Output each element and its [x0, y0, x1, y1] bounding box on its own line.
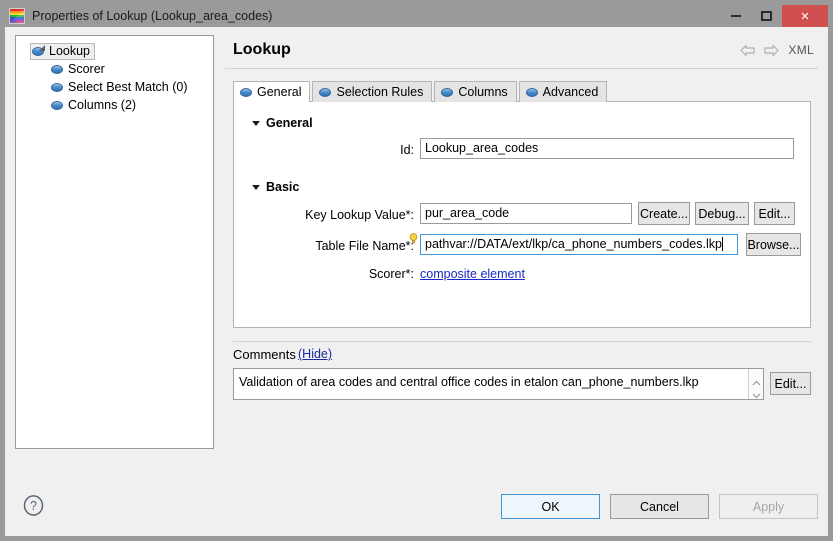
- page-title: Lookup: [233, 41, 291, 59]
- comments-textarea[interactable]: Validation of area codes and central off…: [233, 368, 764, 400]
- id-label: Id:: [274, 143, 414, 157]
- blue-sphere-icon: [526, 86, 538, 98]
- comments-divider: [233, 341, 811, 342]
- svg-text:?: ?: [30, 499, 37, 513]
- tree-item-lookup[interactable]: Lookup: [16, 42, 213, 60]
- minimize-button[interactable]: [720, 5, 751, 27]
- tab-columns-label: Columns: [458, 85, 507, 99]
- color-fan-icon: [9, 8, 25, 24]
- section-basic[interactable]: Basic: [252, 180, 299, 194]
- help-question-icon[interactable]: ?: [23, 495, 44, 516]
- debug-button[interactable]: Debug...: [695, 202, 749, 225]
- chevron-up-icon[interactable]: [752, 375, 761, 381]
- cancel-button[interactable]: Cancel: [610, 494, 709, 519]
- section-general-label: General: [266, 116, 313, 130]
- comments-label: Comments: [233, 347, 296, 362]
- comments-edit-button[interactable]: Edit...: [770, 372, 811, 395]
- page-header: Lookup XML: [225, 35, 818, 71]
- tab-selection-rules[interactable]: Selection Rules: [312, 81, 432, 102]
- section-basic-label: Basic: [266, 180, 299, 194]
- tab-general[interactable]: General: [233, 81, 310, 102]
- tab-columns[interactable]: Columns: [434, 81, 516, 102]
- header-divider: [225, 68, 818, 69]
- apply-button: Apply: [719, 494, 818, 519]
- tree-item-scorer[interactable]: Scorer: [16, 60, 213, 78]
- tree-item-scorer-label: Scorer: [68, 62, 105, 76]
- table-file-name-input[interactable]: pathvar://DATA/ext/lkp/ca_phone_numbers_…: [420, 234, 738, 255]
- comments-hide-link[interactable]: (Hide): [298, 347, 332, 361]
- comments-text: Validation of area codes and central off…: [234, 369, 748, 399]
- minimize-icon: [731, 15, 741, 17]
- create-button[interactable]: Create...: [638, 202, 690, 225]
- maximize-button[interactable]: [751, 5, 782, 27]
- blue-sphere-icon: [51, 99, 63, 111]
- tab-advanced-label: Advanced: [543, 85, 599, 99]
- tab-bar: General Selection Rules Columns Advanced: [233, 81, 609, 102]
- edit-button[interactable]: Edit...: [754, 202, 795, 225]
- dialog-buttons: OK Cancel Apply: [501, 494, 818, 519]
- properties-dialog-window: Properties of Lookup (Lookup_area_codes)…: [0, 0, 833, 541]
- table-file-name-value: pathvar://DATA/ext/lkp/ca_phone_numbers_…: [425, 237, 722, 251]
- browse-button[interactable]: Browse...: [746, 233, 801, 256]
- window-title: Properties of Lookup (Lookup_area_codes): [32, 9, 272, 23]
- xml-link[interactable]: XML: [788, 43, 814, 57]
- text-caret: [722, 237, 723, 251]
- tree-item-select-best-match-label: Select Best Match (0): [68, 80, 188, 94]
- tree-item-columns[interactable]: Columns (2): [16, 96, 213, 114]
- maximize-icon: [761, 11, 772, 21]
- chevron-down-icon: [252, 121, 260, 126]
- blue-sphere-icon: [441, 86, 453, 98]
- tab-selection-rules-label: Selection Rules: [336, 85, 423, 99]
- tree-item-columns-label: Columns (2): [68, 98, 136, 112]
- table-file-name-label: Table File Name*:: [254, 239, 414, 253]
- settings-tree[interactable]: Lookup Scorer Select Best Match (0) Colu…: [15, 35, 214, 449]
- title-bar: Properties of Lookup (Lookup_area_codes)…: [5, 5, 828, 27]
- chevron-down-icon: [252, 185, 260, 190]
- blue-sphere-icon: [319, 86, 331, 98]
- section-general[interactable]: General: [252, 116, 313, 130]
- blue-sphere-icon: [51, 81, 63, 93]
- tree-item-lookup-label: Lookup: [49, 44, 90, 58]
- tab-general-label: General: [257, 85, 301, 99]
- key-lookup-value-label: Key Lookup Value*:: [254, 208, 414, 222]
- id-input[interactable]: Lookup_area_codes: [420, 138, 794, 159]
- comments-scrollbar[interactable]: [748, 369, 763, 399]
- page-header-tools: XML: [740, 43, 814, 57]
- tree-item-lookup-selection: Lookup: [30, 43, 95, 60]
- dialog-client-area: Lookup Scorer Select Best Match (0) Colu…: [5, 27, 828, 536]
- arrow-left-icon[interactable]: [740, 44, 755, 57]
- arrow-right-icon[interactable]: [764, 44, 779, 57]
- chevron-down-icon[interactable]: [752, 388, 761, 394]
- scorer-link[interactable]: composite element: [420, 267, 525, 281]
- blue-sphere-icon: [51, 63, 63, 75]
- window-controls: ×: [720, 5, 828, 27]
- scorer-label: Scorer*:: [254, 267, 414, 281]
- lightbulb-icon: [409, 233, 418, 245]
- general-tab-panel: General Id: Lookup_area_codes Basic Key …: [233, 101, 811, 328]
- lookup-node-icon: [32, 45, 44, 57]
- close-icon: ×: [801, 9, 810, 24]
- tab-advanced[interactable]: Advanced: [519, 81, 608, 102]
- settings-page: Lookup XML: [225, 35, 818, 449]
- ok-button[interactable]: OK: [501, 494, 600, 519]
- close-button[interactable]: ×: [782, 5, 828, 27]
- tree-item-select-best-match[interactable]: Select Best Match (0): [16, 78, 213, 96]
- blue-sphere-icon: [240, 86, 252, 98]
- key-lookup-value-input[interactable]: pur_area_code: [420, 203, 632, 224]
